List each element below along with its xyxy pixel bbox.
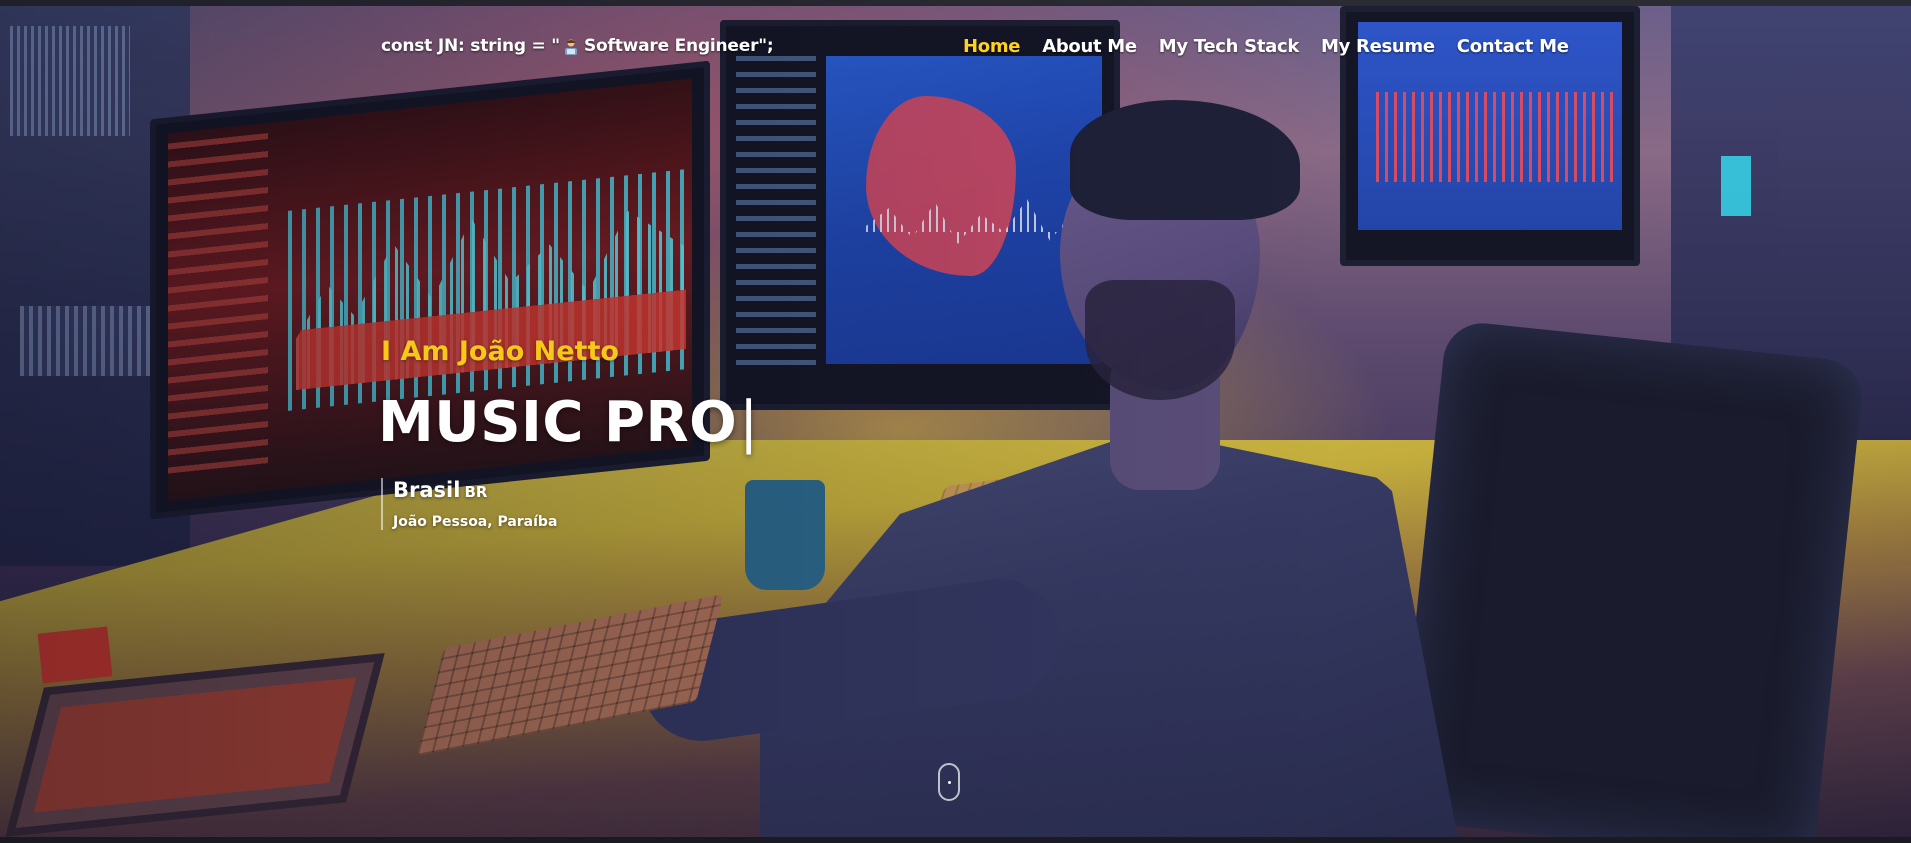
- nav-link-resume[interactable]: My Resume: [1321, 36, 1435, 57]
- nav-brand[interactable]: const JN: string = " Software Engineer";: [381, 36, 774, 56]
- nav-brand-suffix: Software Engineer";: [583, 36, 774, 56]
- hero-background: [0, 0, 1911, 843]
- nav-link-tech-stack[interactable]: My Tech Stack: [1159, 36, 1300, 57]
- location-country: Brasil BR: [393, 478, 557, 502]
- country-code: BR: [464, 483, 488, 501]
- typed-text: MUSIC PRO: [378, 390, 738, 455]
- overlay-shade: [0, 0, 1911, 843]
- scroll-dot: [948, 781, 951, 784]
- nav-link-home[interactable]: Home: [963, 36, 1021, 57]
- hero-typed-title: MUSIC PRO|: [378, 395, 759, 451]
- country-name: Brasil: [393, 478, 461, 502]
- bottom-border: [0, 837, 1911, 843]
- technologist-icon: [562, 38, 580, 56]
- hero-greeting: I Am João Netto: [381, 336, 619, 367]
- nav-brand-prefix: const JN: string = ": [381, 36, 560, 56]
- main-nav: Home About Me My Tech Stack My Resume Co…: [963, 36, 1569, 57]
- location-city: João Pessoa, Paraíba: [393, 514, 558, 530]
- mouse-scroll-icon[interactable]: [938, 763, 960, 801]
- typing-cursor: |: [739, 390, 759, 455]
- location-block: Brasil BR João Pessoa, Paraíba: [381, 478, 557, 530]
- nav-link-contact-me[interactable]: Contact Me: [1457, 36, 1569, 57]
- nav-link-about-me[interactable]: About Me: [1042, 36, 1137, 57]
